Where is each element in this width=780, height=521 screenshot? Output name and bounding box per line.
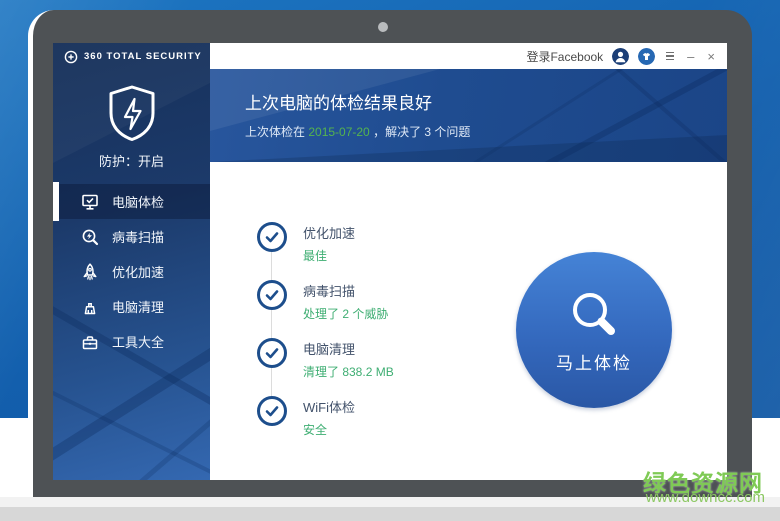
monitor-check-icon xyxy=(82,194,98,210)
sidebar-item-label: 工具大全 xyxy=(112,335,165,350)
checklist-item-status: 处理了 2 个威胁 xyxy=(303,307,389,321)
check-circle-icon xyxy=(257,222,287,252)
sidebar-item-checkup[interactable]: 电脑体检 xyxy=(53,182,210,221)
checklist-item-status: 最佳 xyxy=(303,249,328,263)
app-logo: 360 TOTAL SECURITY xyxy=(53,43,210,70)
checklist-item-status: 清理了 838.2 MB xyxy=(303,365,394,379)
checklist-item-cleanup: 电脑清理 清理了 838.2 MB xyxy=(257,338,394,396)
theme-shirt-icon[interactable] xyxy=(638,47,656,65)
sidebar-item-label: 电脑清理 xyxy=(112,300,165,315)
magnifier-icon xyxy=(573,292,615,335)
logo-icon xyxy=(64,50,78,63)
main-content: 优化加速 最佳 病毒扫描 处理了 2 个威胁 电脑清理 清理了 838.2 MB… xyxy=(210,162,727,480)
webcam-dot-icon xyxy=(378,22,388,32)
broom-icon xyxy=(84,302,96,314)
sidebar-item-label: 优化加速 xyxy=(112,265,165,280)
checklist-item-virus-scan: 病毒扫描 处理了 2 个威胁 xyxy=(257,280,394,338)
checklist-item-status: 安全 xyxy=(303,423,328,437)
sidebar-item-virus-scan[interactable]: 病毒扫描 xyxy=(53,219,210,254)
checklist-item-label: WiFi体检 xyxy=(303,400,355,415)
facebook-login-link[interactable]: 登录Facebook xyxy=(526,48,603,65)
watermark-site-url: www.downcc.com xyxy=(645,489,765,506)
shield-icon xyxy=(109,85,154,141)
rocket-icon xyxy=(83,262,97,280)
minimize-button[interactable]: – xyxy=(685,50,696,63)
page: 360 TOTAL SECURITY 防护：开启 电脑体检 病毒扫描 优化加速 … xyxy=(0,0,780,521)
footer-strip-dark xyxy=(0,507,780,521)
checklist-item-wifi: WiFi体检 安全 xyxy=(257,396,394,454)
sidebar-item-label: 电脑体检 xyxy=(112,195,165,210)
main-column: 登录Facebook – × 上次电脑的体检结果良好 上次体检在 2015-07… xyxy=(210,43,727,480)
app-window: 360 TOTAL SECURITY 防护：开启 电脑体检 病毒扫描 优化加速 … xyxy=(53,43,727,480)
laptop-frame: 360 TOTAL SECURITY 防护：开启 电脑体检 病毒扫描 优化加速 … xyxy=(28,10,752,497)
avatar-icon[interactable] xyxy=(612,47,630,65)
sidebar-menu: 电脑体检 病毒扫描 优化加速 电脑清理 工具大全 xyxy=(53,182,210,359)
check-now-button[interactable]: 马上体检 xyxy=(516,252,672,408)
check-circle-icon xyxy=(257,396,287,426)
checkup-result-subtitle: 上次体检在 2015-07-20 ，解决了 3 个问题 xyxy=(245,123,727,140)
close-button[interactable]: × xyxy=(705,50,717,63)
window-titlebar: 登录Facebook – × xyxy=(210,43,727,69)
sidebar-item-toolbox[interactable]: 工具大全 xyxy=(53,324,210,359)
result-header: 上次电脑的体检结果良好 上次体检在 2015-07-20 ，解决了 3 个问题 xyxy=(210,69,727,162)
check-circle-icon xyxy=(257,338,287,368)
check-circle-icon xyxy=(257,280,287,310)
checklist-item-label: 病毒扫描 xyxy=(303,284,356,299)
sidebar-item-label: 病毒扫描 xyxy=(112,230,165,245)
subtitle-suffix: ，解决了 3 个问题 xyxy=(369,125,471,139)
sidebar: 360 TOTAL SECURITY 防护：开启 电脑体检 病毒扫描 优化加速 … xyxy=(53,43,210,480)
virus-scan-icon xyxy=(82,229,99,245)
logo-text: 360 TOTAL SECURITY xyxy=(84,51,202,62)
protection-label: 防护：开启 xyxy=(98,154,164,169)
sidebar-item-cleanup[interactable]: 电脑清理 xyxy=(53,289,210,324)
main-menu-icon[interactable] xyxy=(664,50,676,63)
subtitle-prefix: 上次体检在 xyxy=(245,125,309,139)
sidebar-item-speedup[interactable]: 优化加速 xyxy=(53,254,210,289)
protection-status: 防护：开启 xyxy=(53,84,210,170)
checklist-item-label: 优化加速 xyxy=(303,226,356,241)
checklist-item-label: 电脑清理 xyxy=(303,342,356,357)
toolbox-icon xyxy=(82,335,98,349)
checklist-item-speedup: 优化加速 最佳 xyxy=(257,222,394,280)
last-checkup-date: 2015-07-20 xyxy=(308,125,370,139)
checkup-result-title: 上次电脑的体检结果良好 xyxy=(245,94,432,113)
check-now-label: 马上体检 xyxy=(556,353,632,373)
checkup-result-list: 优化加速 最佳 病毒扫描 处理了 2 个威胁 电脑清理 清理了 838.2 MB… xyxy=(257,222,394,454)
